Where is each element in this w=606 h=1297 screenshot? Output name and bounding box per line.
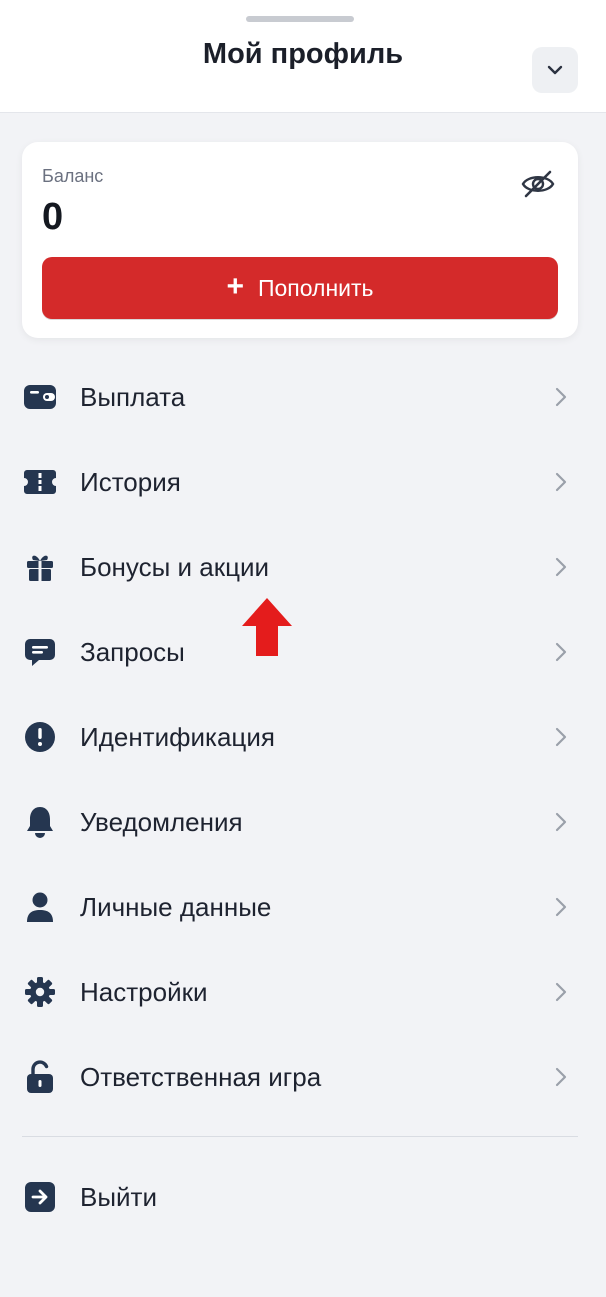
menu-item-notifications[interactable]: Уведомления [0, 780, 606, 864]
menu-item-personal-data[interactable]: Личные данные [0, 865, 606, 949]
menu-item-history[interactable]: История [0, 440, 606, 524]
menu-item-bonuses[interactable]: Бонусы и акции [0, 525, 606, 609]
topup-button[interactable]: + Пополнить [42, 257, 558, 319]
menu-item-label: Выплата [80, 381, 186, 412]
logout-label: Выйти [80, 1181, 157, 1212]
menu-item-label: Бонусы и акции [80, 551, 270, 582]
menu-divider [22, 1136, 578, 1137]
menu-item-settings[interactable]: Настройки [0, 950, 606, 1034]
menu-item-label: Идентификация [80, 721, 275, 752]
chevron-right-icon [550, 471, 572, 493]
annotation-arrow-icon [242, 598, 292, 656]
chat-icon [23, 635, 57, 669]
menu-item-label: Настройки [80, 976, 208, 1007]
collapse-button[interactable] [532, 47, 578, 93]
menu-item-label: Ответственная игра [80, 1061, 322, 1092]
chevron-right-icon [550, 556, 572, 578]
balance-value: 0 [42, 196, 64, 238]
user-icon [23, 890, 57, 924]
balance-card: Баланс 0 + Пополнить [22, 142, 578, 338]
bell-icon [23, 805, 57, 839]
chevron-right-icon [550, 386, 572, 408]
menu-item-responsible-gaming[interactable]: Ответственная игра [0, 1035, 606, 1119]
lock-icon [23, 1060, 57, 1094]
chevron-right-icon [550, 641, 572, 663]
chevron-right-icon [550, 811, 572, 833]
chevron-right-icon [550, 981, 572, 1003]
chevron-right-icon [550, 896, 572, 918]
chevron-right-icon [550, 1066, 572, 1088]
plus-icon: + [226, 269, 244, 303]
chevron-right-icon [550, 726, 572, 748]
chevron-down-icon [547, 65, 563, 75]
menu-item-payout[interactable]: Выплата [0, 355, 606, 439]
wallet-icon [23, 380, 57, 414]
menu-item-identification[interactable]: Идентификация [0, 695, 606, 779]
balance-label: Баланс [42, 166, 104, 186]
topup-label: Пополнить [257, 274, 374, 301]
menu-item-requests[interactable]: Запросы [0, 610, 606, 694]
ticket-icon [23, 465, 57, 499]
menu-item-label: Уведомления [80, 806, 243, 837]
gift-icon [23, 550, 57, 584]
logout-button[interactable]: Выйти [0, 1155, 606, 1239]
page-title: Мой профиль [202, 38, 404, 70]
logout-icon [23, 1180, 57, 1214]
sheet-grabber[interactable] [246, 16, 354, 22]
menu-item-label: Личные данные [80, 891, 272, 922]
sheet-header: Мой профиль [0, 0, 606, 113]
menu-item-label: История [80, 466, 181, 497]
alert-icon [23, 720, 57, 754]
gear-icon [23, 975, 57, 1009]
menu-item-label: Запросы [80, 636, 185, 667]
eye-off-icon[interactable] [518, 164, 558, 204]
